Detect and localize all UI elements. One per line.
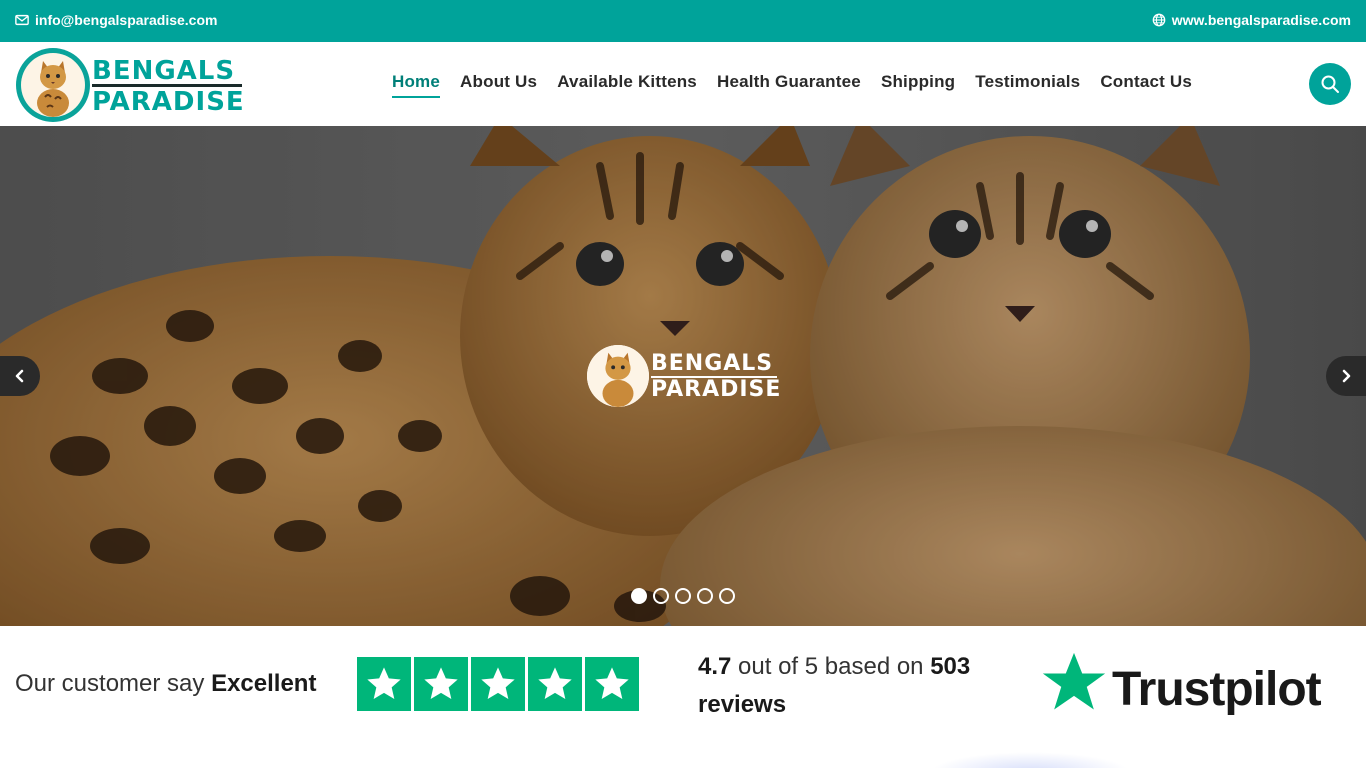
nav-item-home[interactable]: Home: [392, 72, 441, 98]
email-link[interactable]: info@bengalsparadise.com: [15, 12, 217, 28]
star-icon: [471, 657, 525, 711]
hero-logo-line-2: PARADISE: [651, 377, 782, 402]
logo-wordmark: BENGALS PARADISE: [92, 58, 248, 116]
hero-slider: BENGALS PARADISE: [0, 126, 1366, 626]
email-text: info@bengalsparadise.com: [35, 12, 218, 28]
nav-item-health-guarantee[interactable]: Health Guarantee: [717, 72, 861, 92]
logo-line-2: PARADISE: [92, 87, 245, 117]
logo-line-1: BENGALS: [92, 56, 236, 86]
review-count: 503: [930, 653, 971, 680]
globe-icon: [1152, 13, 1166, 27]
main-nav: Home About Us Available Kittens Health G…: [392, 72, 1192, 98]
site-logo[interactable]: BENGALS PARADISE: [16, 48, 248, 122]
trustpilot-logo[interactable]: Trustpilot: [1040, 650, 1330, 722]
rating-word: Excellent: [211, 670, 317, 697]
nav-item-shipping[interactable]: Shipping: [881, 72, 955, 92]
logo-badge: [16, 48, 90, 122]
slider-dot-4[interactable]: [697, 588, 713, 604]
website-text: www.bengalsparadise.com: [1171, 12, 1351, 28]
hero-logo-wordmark: BENGALS PARADISE: [651, 353, 781, 401]
star-icon: [528, 657, 582, 711]
trustpilot-star-icon: [1042, 652, 1106, 710]
cat-icon: [587, 345, 649, 407]
hero-logo: BENGALS PARADISE: [587, 345, 782, 409]
website-link[interactable]: www.bengalsparadise.com: [1152, 12, 1351, 28]
search-icon: [1321, 75, 1339, 93]
cat-icon: [37, 61, 69, 117]
hero-logo-badge: [587, 345, 649, 407]
chevron-right-icon: [1342, 369, 1351, 383]
star-icon: [414, 657, 468, 711]
nav-item-contact-us[interactable]: Contact Us: [1100, 72, 1192, 92]
customer-say-text: Our customer say Excellent: [15, 670, 316, 698]
customer-say-prefix: Our customer say: [15, 670, 205, 697]
slider-dot-1[interactable]: [631, 588, 647, 604]
slider-prev-button[interactable]: [0, 356, 40, 396]
nav-item-about-us[interactable]: About Us: [460, 72, 537, 92]
star-icon: [585, 657, 639, 711]
envelope-icon: [15, 14, 29, 26]
trustpilot-section: Our customer say Excellent 4.7 out of 5 …: [0, 626, 1366, 768]
rating-out-of: out of 5 based on: [738, 653, 924, 680]
trustpilot-wordmark: Trustpilot: [1112, 663, 1322, 716]
top-bar: info@bengalsparadise.com www.bengalspara…: [0, 0, 1366, 42]
slider-next-button[interactable]: [1326, 356, 1366, 396]
nav-item-available-kittens[interactable]: Available Kittens: [557, 72, 697, 92]
chevron-left-icon: [15, 369, 24, 383]
rating-score: 4.7: [698, 653, 732, 680]
slider-dot-5[interactable]: [719, 588, 735, 604]
trustpilot-stars: [357, 657, 639, 711]
rating-summary: 4.7 out of 5 based on 503 reviews: [698, 648, 1018, 724]
nav-item-testimonials[interactable]: Testimonials: [975, 72, 1080, 92]
hero-logo-line-1: BENGALS: [651, 351, 774, 376]
star-icon: [357, 657, 411, 711]
slider-dot-2[interactable]: [653, 588, 669, 604]
search-button[interactable]: [1309, 63, 1351, 105]
site-header: BENGALS PARADISE Home About Us Available…: [0, 42, 1366, 126]
reviews-word: reviews: [698, 691, 787, 718]
slider-dot-3[interactable]: [675, 588, 691, 604]
slider-dots: [631, 588, 735, 604]
